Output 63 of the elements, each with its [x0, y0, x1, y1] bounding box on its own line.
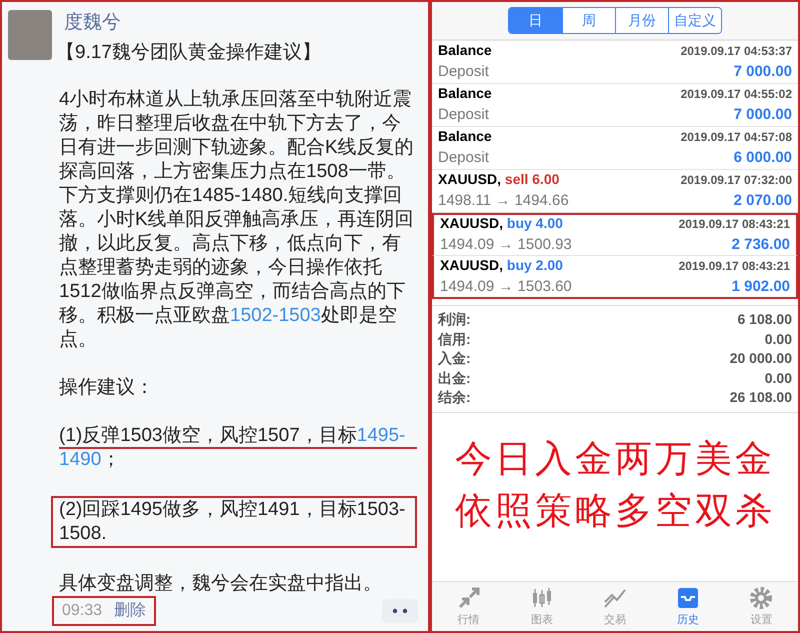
- symbol-label: Balance: [438, 127, 492, 146]
- delete-link[interactable]: 删除: [114, 599, 146, 623]
- row-amount: 1 902.00: [732, 276, 790, 297]
- tabbar-item[interactable]: 设置: [724, 582, 798, 631]
- message-paragraph: 操作建议：: [59, 376, 155, 400]
- period-tab[interactable]: 月份: [615, 8, 668, 33]
- message-paragraph: 具体变盘调整，魏兮会在实盘中指出。: [59, 572, 383, 596]
- row-detail: 1494.09 → 1500.93: [440, 235, 572, 256]
- row-time: 2019.09.17 08:43:21: [678, 258, 790, 275]
- row-time: 2019.09.17 04:57:08: [680, 129, 792, 146]
- history-row[interactable]: XAUUSD, buy 2.00 2019.09.17 08:43:21 1494.09 → 1503.60 1 902.00: [432, 256, 798, 299]
- summary-value: 0.00: [764, 368, 792, 388]
- dots-icon: [392, 608, 408, 614]
- tabbar-item[interactable]: 交易: [578, 582, 652, 631]
- row-amount: 7 000.00: [734, 62, 792, 82]
- history-row[interactable]: Balance 2019.09.17 04:53:37 Deposit 7 000.00: [432, 41, 798, 84]
- annotation-text: 今日入金两万美金: [455, 436, 775, 482]
- summary-value: 0.00: [764, 330, 792, 349]
- symbol-label: XAUUSD, sell 6.00: [438, 170, 560, 190]
- message-paragraph: (2)回踩1495做多，风控1491，目标1503-1508.: [51, 496, 417, 548]
- row-amount: 2 736.00: [732, 235, 790, 256]
- annotation-text: 依照策略多空双杀: [455, 488, 775, 534]
- summary-value: 6 108.00: [738, 310, 792, 330]
- row-amount: 2 070.00: [734, 191, 792, 212]
- tabbar-item[interactable]: 历史: [652, 582, 725, 631]
- row-time: 2019.09.17 04:55:02: [680, 86, 792, 104]
- photo-placeholder: [8, 10, 52, 60]
- row-detail: Deposit: [438, 62, 489, 82]
- row-time: 2019.09.17 04:53:37: [680, 43, 792, 60]
- summary-label: 利润:: [438, 310, 471, 330]
- row-amount: 7 000.00: [734, 105, 792, 126]
- period-tab[interactable]: 周: [562, 8, 615, 33]
- history-row[interactable]: Balance 2019.09.17 04:55:02 Deposit 7 000.00: [432, 84, 798, 127]
- row-detail: Deposit: [438, 148, 489, 168]
- symbol-label: XAUUSD, buy 2.00: [440, 256, 563, 275]
- row-amount: 6 000.00: [734, 148, 792, 168]
- post-time: 09:33: [62, 601, 102, 621]
- symbol-label: Balance: [438, 84, 492, 104]
- tabbar-item[interactable]: 图表: [505, 582, 578, 631]
- summary-value: 26 108.00: [730, 388, 792, 408]
- summary-label: 结余:: [438, 388, 471, 408]
- settings-icon: [748, 584, 774, 611]
- message-paragraph: 4小时布林道从上轨承压回落至中轨附近震荡，昨日整理后收盘在中轨下方去了，今日有进一步回测下轨迹象。配合K线反复的探高回落，上方密集压力点在1508一带。下方支撑则仍在1485-1480.短线向支撑回落。小时K线单阳反弹触高承压，再连阴回撤，以此反复。高点下移，低点向下，有点整理蓄势走弱的迹象，今日操作依托1512做临界点反弹高空，而结合高点的下移。积极一点亚欧盘1502-1503处即是空点。: [59, 88, 415, 352]
- tabbar-item[interactable]: 行情: [432, 582, 506, 631]
- symbol-label: Balance: [438, 41, 492, 60]
- post-title: 【9.17魏兮团队黄金操作建议】: [56, 41, 321, 65]
- history-row[interactable]: XAUUSD, buy 4.00 2019.09.17 08:43:21 1494.09 → 1500.93 2 736.00: [432, 213, 798, 256]
- row-detail: Deposit: [438, 105, 489, 126]
- summary-label: 信用:: [438, 330, 471, 349]
- summary-label: 入金:: [438, 349, 471, 368]
- row-time: 2019.09.17 07:32:00: [680, 172, 792, 190]
- row-detail: 1498.11 → 1494.66: [438, 191, 569, 212]
- author-name[interactable]: 度魏兮: [64, 10, 321, 36]
- history-row[interactable]: Balance 2019.09.17 04:57:08 Deposit 6 000.00: [432, 127, 798, 170]
- history-row[interactable]: XAUUSD, sell 6.00 2019.09.17 07:32:00 1498.11 → 1494.66 2 070.00: [432, 170, 798, 213]
- row-time: 2019.09.17 08:43:21: [678, 216, 790, 234]
- period-tab[interactable]: 日: [509, 8, 562, 33]
- period-tab[interactable]: 自定义: [668, 8, 721, 33]
- symbol-label: XAUUSD, buy 4.00: [440, 214, 563, 234]
- summary-value: 20 000.00: [730, 349, 792, 368]
- more-button[interactable]: [382, 599, 418, 623]
- row-detail: 1494.09 → 1503.60: [440, 276, 572, 297]
- summary-label: 出金:: [438, 368, 471, 388]
